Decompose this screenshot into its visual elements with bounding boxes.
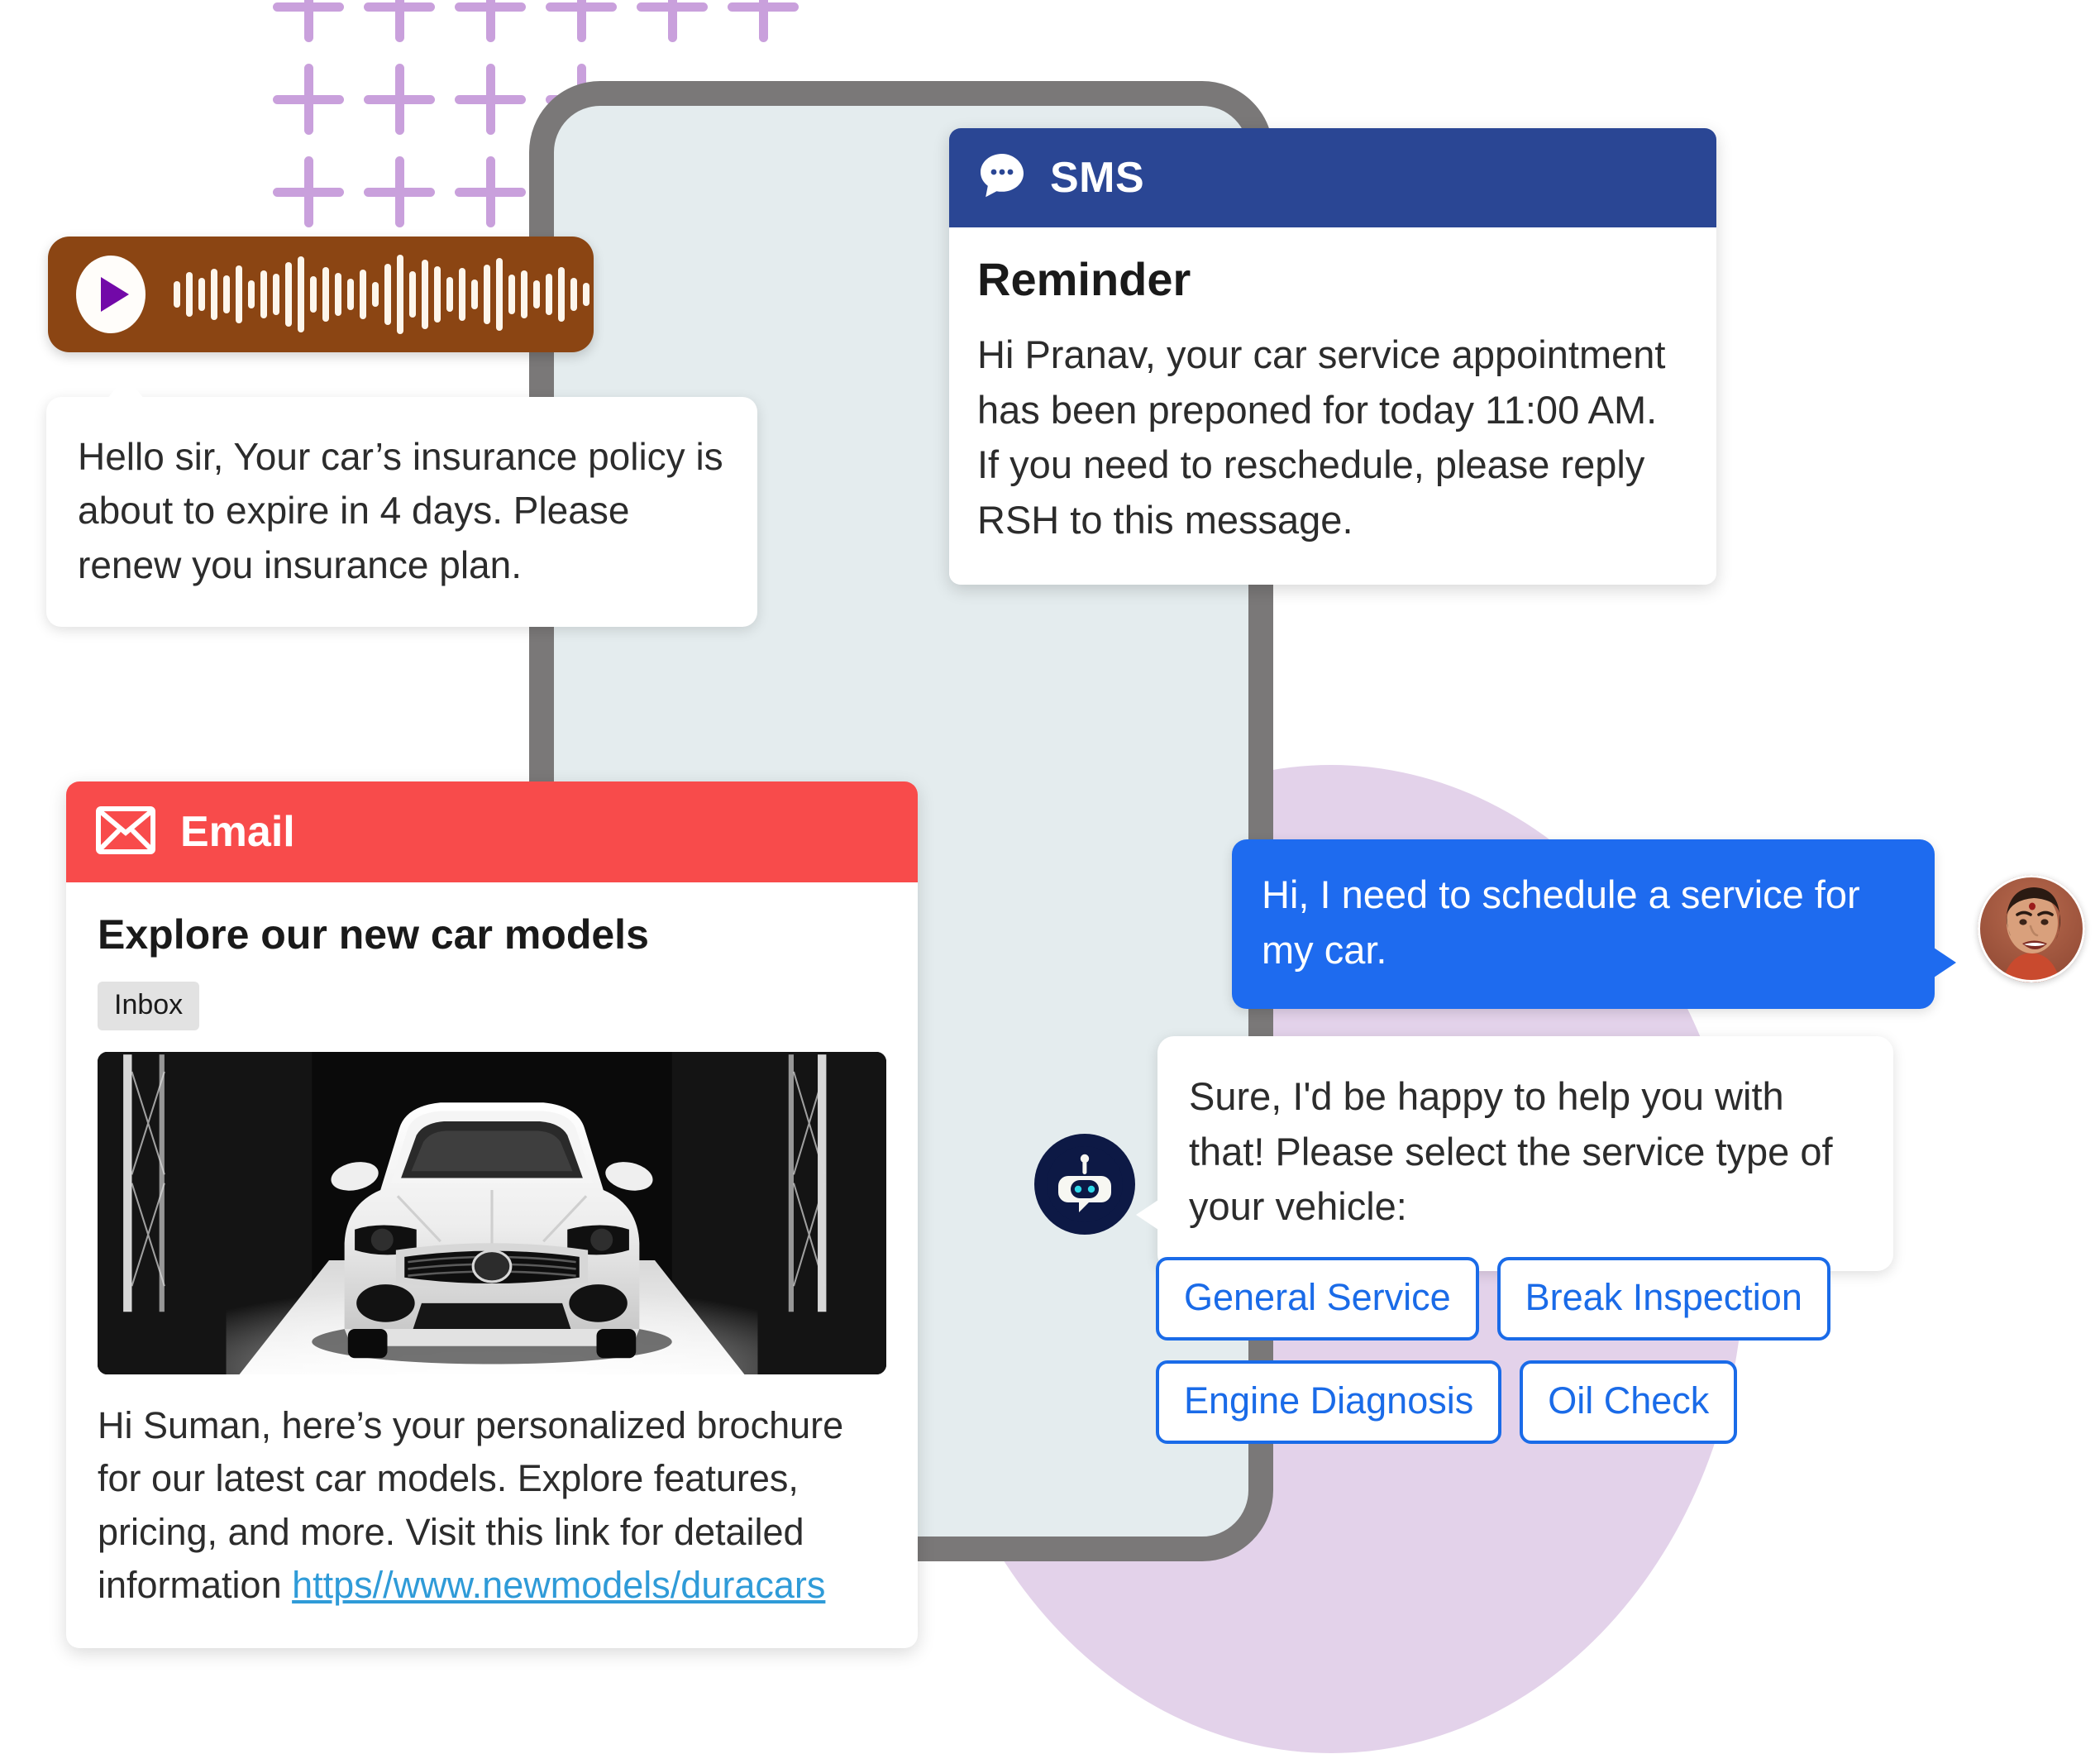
waveform-bar	[322, 267, 329, 322]
quick-reply-oil-check[interactable]: Oil Check	[1520, 1360, 1738, 1444]
omnichannel-messaging-illustration: Hello sir, Your car’s insurance policy i…	[0, 0, 2100, 1754]
waveform-bar	[409, 271, 416, 318]
waveform-bar	[248, 280, 255, 308]
waveform-bar	[335, 273, 341, 316]
waveform-bar	[223, 275, 230, 313]
plus-icon	[637, 0, 708, 42]
waveform-bar	[583, 283, 589, 306]
waveform-icon[interactable]	[174, 255, 589, 334]
waveform-bar	[298, 256, 304, 332]
waveform-bar	[397, 255, 403, 334]
plus-icon	[273, 156, 344, 227]
quick-reply-engine-diagnosis[interactable]: Engine Diagnosis	[1156, 1360, 1502, 1444]
waveform-bar	[360, 270, 366, 319]
waveform-bar	[446, 277, 453, 312]
waveform-bar	[211, 269, 217, 320]
quick-reply-break-inspection[interactable]: Break Inspection	[1496, 1257, 1830, 1341]
quick-reply-general-service[interactable]: General Service	[1156, 1257, 1479, 1341]
waveform-bar	[236, 265, 242, 323]
sms-notification-card: SMS Reminder Hi Pranav, your car service…	[949, 128, 1716, 585]
waveform-bar	[422, 260, 428, 329]
voice-transcript-text: Hello sir, Your car’s insurance policy i…	[78, 435, 723, 586]
user-avatar-photo	[1978, 875, 2085, 982]
waveform-bar	[484, 265, 490, 324]
sms-card-header: SMS	[949, 128, 1716, 227]
plus-icon	[728, 0, 799, 42]
voice-transcript-bubble: Hello sir, Your car’s insurance policy i…	[46, 375, 757, 627]
email-card-body: Explore our new car models Inbox Hi Suma…	[66, 882, 918, 1648]
waveform-bar	[285, 262, 292, 327]
waveform-bar	[273, 274, 279, 315]
user-chat-bubble: Hi, I need to schedule a service for my …	[1232, 839, 1956, 1010]
plus-icon	[273, 64, 344, 135]
user-chat-message: Hi, I need to schedule a service for my …	[1262, 872, 1860, 972]
waveform-bar	[347, 279, 354, 310]
sms-chat-bubble-icon	[976, 150, 1029, 207]
waveform-bar	[521, 270, 527, 318]
plus-icon	[364, 156, 435, 227]
plus-icon	[546, 0, 617, 42]
waveform-bar	[546, 274, 552, 315]
plus-icon	[455, 64, 526, 135]
sms-title: Reminder	[977, 253, 1191, 305]
plus-icon	[455, 156, 526, 227]
waveform-bar	[508, 275, 515, 314]
email-channel-label: Email	[180, 808, 295, 856]
bot-avatar-icon	[1034, 1134, 1135, 1235]
email-brochure-link[interactable]: https//www.newmodels/duracars	[292, 1559, 825, 1612]
voice-note-player[interactable]	[48, 237, 594, 352]
waveform-bar	[186, 272, 193, 317]
white-car-front-view-showroom-image	[98, 1052, 886, 1374]
plus-icon	[273, 0, 344, 42]
waveform-bar	[384, 264, 391, 325]
service-type-quick-replies: General Service Break Inspection Engine Di…	[1156, 1257, 1950, 1444]
waveform-bar	[533, 280, 540, 308]
waveform-bar	[174, 281, 180, 308]
plus-icon	[455, 0, 526, 42]
plus-icon	[364, 64, 435, 135]
waveform-bar	[558, 267, 565, 322]
waveform-bar	[471, 280, 478, 309]
waveform-bar	[372, 282, 379, 307]
sms-message-text: Hi Pranav, your car service appointment …	[977, 332, 1666, 542]
waveform-bar	[198, 278, 205, 311]
waveform-bar	[570, 278, 577, 311]
email-folder-badge: Inbox	[98, 982, 200, 1030]
waveform-bar	[310, 276, 317, 313]
email-card-header: Email	[66, 781, 918, 882]
plus-icon	[364, 0, 435, 42]
email-notification-card: Email Explore our new car models Inbox H…	[66, 781, 918, 1649]
email-subject-line: Explore our new car models	[98, 911, 649, 958]
play-icon[interactable]	[76, 256, 146, 333]
sms-card-body: Reminder Hi Pranav, your car service app…	[949, 227, 1716, 585]
play-triangle-icon	[100, 277, 129, 312]
bot-chat-message: Sure, I'd be happy to help you with that…	[1189, 1074, 1833, 1229]
waveform-bar	[434, 266, 441, 323]
email-body-text: Hi Suman, here’s your personalized broch…	[98, 1399, 886, 1612]
bot-chat-bubble: Sure, I'd be happy to help you with that…	[1136, 1036, 1893, 1272]
envelope-icon	[96, 805, 155, 858]
sms-channel-label: SMS	[1050, 154, 1145, 202]
waveform-bar	[260, 270, 267, 318]
waveform-bar	[459, 268, 465, 321]
waveform-bar	[496, 258, 503, 331]
